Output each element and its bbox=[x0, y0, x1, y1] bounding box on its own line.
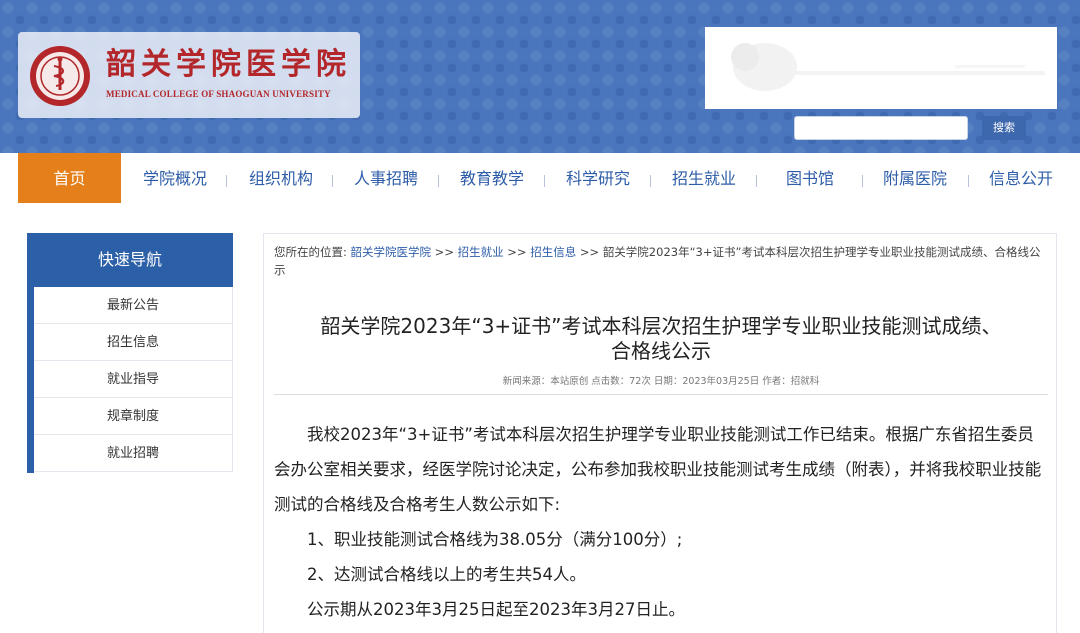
nav-item-disclosure[interactable]: 信息公开 bbox=[980, 153, 1062, 203]
nav-separator bbox=[226, 175, 227, 187]
sidebar-item-career-guidance[interactable]: 就业指导 bbox=[34, 361, 233, 398]
sidebar-item-job-recruitment[interactable]: 就业招聘 bbox=[34, 435, 233, 472]
search-input[interactable] bbox=[794, 116, 968, 140]
article-title-line: 合格线公示 bbox=[611, 339, 711, 363]
site-header: 韶关学院医学院 MEDICAL COLLEGE OF SHAOGUAN UNIV… bbox=[0, 0, 1080, 153]
sidebar-title: 快速导航 bbox=[27, 233, 233, 287]
breadcrumb-prefix: 您所在的位置: bbox=[274, 245, 347, 259]
nav-item-research[interactable]: 科学研究 bbox=[557, 153, 639, 203]
breadcrumb-link-home[interactable]: 韶关学院医学院 bbox=[351, 245, 432, 259]
divider bbox=[274, 394, 1048, 395]
breadcrumb-separator: >> bbox=[576, 245, 603, 259]
sidebar-item-admissions-info[interactable]: 招生信息 bbox=[34, 324, 233, 361]
sidebar-item-announcements[interactable]: 最新公告 bbox=[34, 287, 233, 324]
search-button[interactable]: 搜索 bbox=[982, 116, 1026, 140]
sidebar-list: 最新公告 招生信息 就业指导 规章制度 就业招聘 bbox=[34, 287, 233, 472]
school-name: 韶关学院医学院 bbox=[106, 47, 351, 82]
nav-item-recruitment[interactable]: 人事招聘 bbox=[345, 153, 427, 203]
nav-item-about[interactable]: 学院概况 bbox=[134, 153, 216, 203]
breadcrumb-link-admissions-info[interactable]: 招生信息 bbox=[530, 245, 576, 259]
breadcrumb: 您所在的位置: 韶关学院医学院 >> 招生就业 >> 招生信息 >> 韶关学院2… bbox=[274, 243, 1046, 279]
nav-separator bbox=[438, 175, 439, 187]
article-paragraph: 公示期从2023年3月25日起至2023年3月27日止。 bbox=[307, 600, 685, 619]
article-list-item: 2、达测试合格线以上的考生共54人。 bbox=[307, 565, 586, 584]
nav-item-hospital[interactable]: 附属医院 bbox=[874, 153, 956, 203]
nav-separator bbox=[862, 175, 863, 187]
nav-item-organization[interactable]: 组织机构 bbox=[240, 153, 322, 203]
nav-separator bbox=[968, 175, 969, 187]
sidebar-accent-bar bbox=[27, 287, 34, 473]
article-title: 韶关学院2023年“3+证书”考试本科层次招生护理学专业职业技能测试成绩、 合格… bbox=[264, 314, 1058, 364]
nav-item-home[interactable]: 首页 bbox=[18, 153, 121, 203]
header-image-placeholder bbox=[705, 27, 1057, 109]
school-name-en: MEDICAL COLLEGE OF SHAOGUAN UNIVERSITY bbox=[106, 89, 331, 99]
school-emblem-icon[interactable] bbox=[26, 44, 98, 108]
quick-nav-sidebar: 快速导航 最新公告 招生信息 就业指导 规章制度 就业招聘 bbox=[27, 233, 233, 473]
article-panel: 您所在的位置: 韶关学院医学院 >> 招生就业 >> 招生信息 >> 韶关学院2… bbox=[263, 233, 1057, 633]
article-title-line: 韶关学院2023年“3+证书”考试本科层次招生护理学专业职业技能测试成绩、 bbox=[320, 314, 1002, 338]
main-nav: 首页 学院概况 组织机构 人事招聘 教育教学 科学研究 招生就业 图书馆 附属医… bbox=[0, 153, 1080, 203]
nav-item-admissions[interactable]: 招生就业 bbox=[663, 153, 745, 203]
nav-separator bbox=[332, 175, 333, 187]
nav-item-library[interactable]: 图书馆 bbox=[772, 153, 848, 203]
nav-item-education[interactable]: 教育教学 bbox=[451, 153, 533, 203]
article-paragraph: 我校2023年“3+证书”考试本科层次招生护理学专业职业技能测试工作已结束。根据… bbox=[274, 425, 1042, 514]
sidebar-item-regulations[interactable]: 规章制度 bbox=[34, 398, 233, 435]
article-list-item: 1、职业技能测试合格线为38.05分（满分100分）; bbox=[307, 530, 683, 549]
article-meta: 新闻来源：本站原创 点击数：72次 日期：2023年03月25日 作者：招就科 bbox=[502, 376, 820, 387]
nav-separator bbox=[756, 175, 757, 187]
nav-separator bbox=[650, 175, 651, 187]
breadcrumb-separator: >> bbox=[431, 245, 458, 259]
article-body: 我校2023年“3+证书”考试本科层次招生护理学专业职业技能测试工作已结束。根据… bbox=[274, 417, 1048, 627]
breadcrumb-separator: >> bbox=[503, 245, 531, 259]
nav-separator bbox=[544, 175, 545, 187]
breadcrumb-link-admissions[interactable]: 招生就业 bbox=[458, 245, 504, 259]
